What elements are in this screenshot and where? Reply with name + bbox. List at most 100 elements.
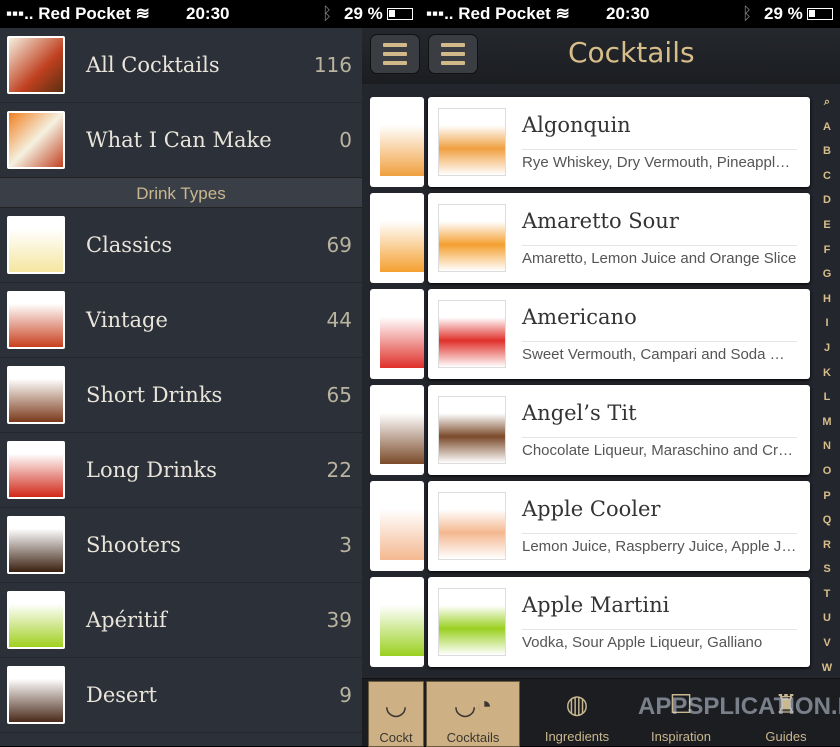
cocktail-name: Apple Martini — [522, 593, 670, 617]
drink-thumbnail — [380, 108, 424, 176]
index-letter[interactable]: L — [824, 385, 831, 410]
sidebar-item-ap-ritif[interactable]: Apéritif 39 — [0, 583, 362, 658]
sidebar-item-label: Classics — [86, 233, 173, 257]
index-letter[interactable]: V — [823, 631, 830, 656]
watermark: APPSPLICATION.DE — [638, 693, 840, 720]
index-letter[interactable]: P — [823, 484, 830, 509]
index-letter[interactable]: E — [823, 213, 830, 238]
tab-ingredients[interactable]: ◍ Ingredients — [532, 681, 622, 747]
drink-thumbnail — [438, 396, 506, 464]
sidebar-item-count: 22 — [326, 458, 352, 482]
cocktail-ingredients: Sweet Vermouth, Campari and Soda Water — [522, 341, 797, 363]
drink-thumbnail — [7, 366, 65, 424]
sidebar-item-short-drinks[interactable]: Short Drinks 65 — [0, 358, 362, 433]
index-letter[interactable]: O — [823, 459, 832, 484]
index-letter[interactable]: B — [823, 139, 831, 164]
tab-cocktails[interactable]: ◡◔ Cocktails — [426, 681, 520, 747]
drink-thumbnail — [7, 666, 65, 724]
cocktail-list-item[interactable]: Algonquin Rye Whiskey, Dry Vermouth, Pine… — [428, 97, 810, 187]
index-letter[interactable]: R — [823, 533, 831, 558]
cocktail-glass-icon: ◡◔ — [453, 690, 493, 720]
index-letter[interactable]: K — [823, 361, 831, 386]
section-header: Drink Types — [0, 177, 362, 208]
alphabet-index[interactable]: ⌕ABCDEFGHIJKLMNOPQRSTUVWYZ — [818, 90, 836, 729]
sidebar-item-label: Short Drinks — [86, 383, 223, 407]
cocktail-name: Americano — [522, 305, 637, 329]
index-letter[interactable]: F — [824, 238, 831, 263]
back-card — [370, 193, 424, 283]
sidebar: All Cocktails 116 What I Can Make 0 Drink … — [0, 28, 362, 746]
drink-thumbnail — [7, 516, 65, 574]
sidebar-item-vintage[interactable]: Vintage 44 — [0, 283, 362, 358]
index-letter[interactable]: S — [823, 557, 830, 582]
drink-thumbnail — [438, 204, 506, 272]
index-letter[interactable]: U — [823, 606, 831, 631]
header: Cocktails — [362, 28, 840, 84]
page-title: Cocktails — [568, 36, 695, 69]
cocktail-name: Amaretto Sour — [522, 209, 679, 233]
cocktail-glass-icon: ◡ — [384, 690, 408, 720]
sidebar-item-label: Desert — [86, 683, 157, 707]
sidebar-item-label: Apéritif — [86, 608, 167, 632]
tab-cocktails-back[interactable]: ◡ Cockt — [368, 681, 424, 747]
battery-icon — [806, 8, 833, 20]
cocktail-list-item[interactable]: Apple Cooler Lemon Juice, Raspberry Juice… — [428, 481, 810, 571]
sidebar-item-long-drinks[interactable]: Long Drinks 22 — [0, 433, 362, 508]
carrier: ▪▪▪.. Red Pocket ≋ — [6, 4, 150, 23]
cocktail-list-item[interactable]: Apple Martini Vodka, Sour Apple Liqueur, … — [428, 577, 810, 667]
time: 20:30 — [186, 4, 230, 23]
tab-bar: ◡ Cockt ◡◔ Cocktails ◍ Ingredients ☐ Inspira… — [362, 678, 840, 747]
sidebar-item-label: Shooters — [86, 533, 181, 557]
cocktail-ingredients: Amaretto, Lemon Juice and Orange Slice — [522, 245, 797, 267]
index-letter[interactable]: W — [822, 656, 832, 681]
index-letter[interactable]: H — [823, 287, 831, 312]
index-letter[interactable]: J — [824, 336, 830, 361]
sidebar-item-desert[interactable]: Desert 9 — [0, 658, 362, 733]
sidebar-item-shooters[interactable]: Shooters 3 — [0, 508, 362, 583]
index-letter[interactable]: G — [823, 262, 832, 287]
cocktail-ingredients: Rye Whiskey, Dry Vermouth, Pineapple Jui… — [522, 149, 797, 171]
status-bar: ▪▪▪.. Red Pocket ≋ 20:30 ᛒ 29 % — [0, 0, 420, 28]
drink-thumbnail — [7, 591, 65, 649]
drink-thumbnail — [380, 396, 424, 464]
sidebar-item-classics[interactable]: Classics 69 — [0, 208, 362, 283]
cocktail-list-item[interactable]: Amaretto Sour Amaretto, Lemon Juice and O… — [428, 193, 810, 283]
drink-thumbnail — [438, 588, 506, 656]
sidebar-item-count: 44 — [326, 308, 352, 332]
bluetooth-icon: ᛒ — [322, 4, 333, 23]
bluetooth-icon: ᛒ — [742, 4, 753, 23]
sidebar-item-count: 39 — [326, 608, 352, 632]
drink-thumbnail — [438, 108, 506, 176]
index-letter[interactable]: D — [823, 188, 831, 213]
lemon-icon: ◍ — [565, 689, 589, 719]
index-letter[interactable]: Q — [823, 508, 832, 533]
battery-icon — [386, 8, 413, 20]
drink-thumbnail — [380, 588, 424, 656]
search-icon[interactable]: ⌕ — [824, 90, 830, 115]
index-letter[interactable]: A — [823, 115, 831, 140]
index-letter[interactable]: I — [825, 311, 828, 336]
index-letter[interactable]: M — [822, 410, 831, 435]
back-card — [370, 481, 424, 571]
cocktail-list-item[interactable]: Americano Sweet Vermouth, Campari and Sod… — [428, 289, 810, 379]
back-card — [370, 289, 424, 379]
menu-button[interactable] — [370, 34, 420, 74]
drink-thumbnail — [7, 216, 65, 274]
index-letter[interactable]: T — [824, 582, 831, 607]
sidebar-item-what-i-can-make[interactable]: What I Can Make 0 — [0, 103, 362, 178]
index-letter[interactable]: N — [823, 434, 831, 459]
index-letter[interactable]: C — [823, 164, 831, 189]
sidebar-item-all-cocktails[interactable]: All Cocktails 116 — [0, 28, 362, 103]
drink-thumbnail — [7, 441, 65, 499]
cocktail-name: Algonquin — [522, 113, 631, 137]
cocktail-list-item[interactable]: Angel’s Tit Chocolate Liqueur, Maraschino… — [428, 385, 810, 475]
drink-thumbnail — [7, 111, 65, 169]
battery: 29 % — [344, 4, 413, 24]
status-bar-2: ▪▪▪.. Red Pocket ≋ 20:30 ᛒ 29 % — [420, 0, 840, 28]
menu-button[interactable] — [428, 34, 478, 74]
back-card — [370, 385, 424, 475]
sidebar-item-count: 69 — [326, 233, 352, 257]
sidebar-item-label: Vintage — [86, 308, 168, 332]
drink-thumbnail — [7, 36, 65, 94]
cocktail-name: Apple Cooler — [522, 497, 661, 521]
